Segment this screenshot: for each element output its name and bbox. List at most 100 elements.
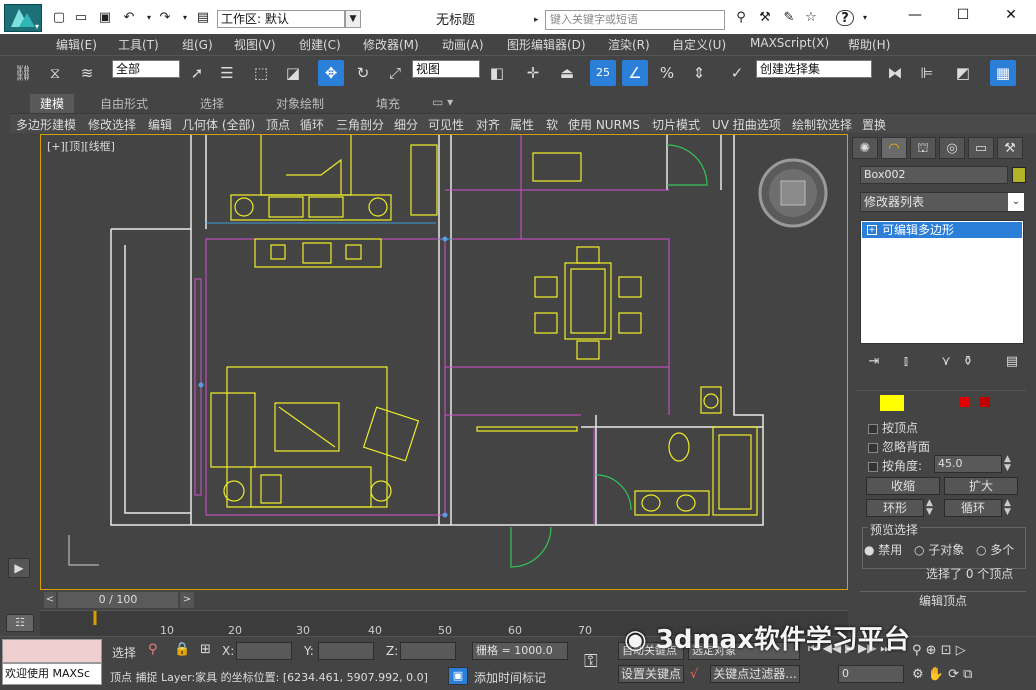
close-button[interactable]: ✕ (996, 4, 1026, 26)
menu-group[interactable]: 组(G) (182, 36, 213, 53)
redo-icon[interactable]: ↷ (156, 10, 174, 26)
orbit-icon[interactable]: ⟳ (948, 667, 959, 682)
object-name-field[interactable]: Box002 (860, 166, 1008, 184)
display-tab-icon[interactable]: ▭ (968, 137, 994, 159)
named-selection-dropdown[interactable]: 创建选择集 (756, 60, 872, 78)
loop-button[interactable]: 循环 (944, 499, 1002, 517)
maximize-button[interactable]: ☐ (948, 4, 978, 26)
mirror-icon[interactable]: ⧓ (882, 60, 908, 86)
next-frame-icon[interactable]: > (180, 592, 194, 608)
select-rotate-icon[interactable]: ↻ (350, 60, 376, 86)
ribbon-paint-soft-select[interactable]: 绘制软选择 (792, 116, 852, 133)
expand-plus-icon[interactable]: + (867, 225, 877, 235)
ring-spinner-icon[interactable]: ▲ ▼ (926, 499, 933, 517)
ribbon-properties[interactable]: 属性 (510, 116, 534, 133)
undo-icon[interactable]: ↶ (120, 10, 138, 26)
ribbon-align[interactable]: 对齐 (476, 116, 500, 133)
preview-subobject-radio[interactable]: ○ 子对象 (914, 541, 964, 558)
select-scale-icon[interactable]: ⤢ (382, 60, 408, 86)
select-move-icon[interactable]: ✥ (318, 60, 344, 86)
menu-rendering[interactable]: 渲染(R) (608, 36, 650, 53)
zoom-all-icon[interactable]: ⊕ (926, 643, 937, 658)
open-file-icon[interactable]: ▭ (72, 10, 90, 26)
window-crossing-icon[interactable]: ◪ (280, 60, 306, 86)
exchange-icon[interactable]: ✎ (780, 10, 798, 26)
favorites-star-icon[interactable]: ☆ (802, 10, 820, 26)
link-icon[interactable]: ⛓ (10, 60, 36, 86)
modifier-list-dropdown[interactable]: 修改器列表 (860, 192, 1024, 212)
create-tab-icon[interactable]: ✺ (852, 137, 878, 159)
ribbon-modify-selection[interactable]: 修改选择 (88, 116, 136, 133)
percent-snap-button[interactable]: % (654, 60, 680, 86)
ring-button[interactable]: 环形 (866, 499, 924, 517)
pin-stack-icon[interactable]: ⇥ (864, 352, 884, 372)
tab-selection[interactable]: 选择 (200, 95, 224, 112)
menu-animation[interactable]: 动画(A) (442, 36, 484, 53)
search-arrow-icon[interactable]: ▸ (534, 10, 544, 30)
ribbon-polygon-modeling[interactable]: 多边形建模 (16, 116, 76, 133)
make-unique-icon[interactable]: ⋎ (936, 352, 956, 372)
ribbon-soft[interactable]: 软 (546, 116, 558, 133)
menu-customize[interactable]: 自定义(U) (672, 36, 726, 53)
ribbon-subdivision[interactable]: 细分 (394, 116, 418, 133)
key-filters-button[interactable]: 关键点过滤器... (710, 665, 800, 683)
binoculars-icon[interactable]: ⚲ (732, 10, 750, 26)
modify-tab-icon[interactable]: ◠ (881, 137, 907, 159)
remove-modifier-icon[interactable]: ⚱ (958, 352, 978, 372)
current-frame-input[interactable]: 0 (838, 665, 904, 683)
hierarchy-tab-icon[interactable]: ⛫ (910, 137, 936, 159)
menu-help[interactable]: 帮助(H) (848, 36, 890, 53)
menu-graph-editors[interactable]: 图形编辑器(D) (507, 36, 586, 53)
edit-vertices-rollout[interactable]: 编辑顶点 (860, 591, 1026, 608)
top-viewport[interactable]: [+][顶][线框] (40, 134, 848, 590)
selection-lock-icon[interactable]: 🔒 (174, 642, 190, 657)
ribbon-options-icon[interactable]: ▭ ▾ (432, 95, 453, 109)
reference-coordinate-dropdown[interactable]: 视图 (412, 60, 480, 78)
grow-button[interactable]: 扩大 (944, 477, 1018, 495)
maxscript-listener-mini[interactable] (2, 639, 102, 663)
time-slider[interactable]: 0 / 100 (58, 592, 178, 608)
workspace-dropdown[interactable]: 工作区: 默认 (217, 10, 345, 28)
stack-item-editable-poly[interactable]: 可编辑多边形 (862, 222, 1022, 238)
ribbon-uv-warp[interactable]: UV 扭曲选项 (712, 116, 781, 133)
vertex-mode-icon[interactable] (880, 395, 904, 411)
by-vertex-checkbox[interactable]: 按顶点 (868, 419, 918, 436)
menu-tools[interactable]: 工具(T) (118, 36, 159, 53)
angle-input[interactable]: 45.0 (934, 455, 1002, 473)
tab-object-paint[interactable]: 对象绘制 (276, 95, 324, 112)
manipulate-icon[interactable]: ✛ (520, 60, 546, 86)
maximize-viewport-icon[interactable]: ⧉ (963, 667, 972, 682)
project-folder-icon[interactable]: ▤ (194, 10, 212, 26)
snaps-toggle-button[interactable]: 25 (590, 60, 616, 86)
mini-curve-editor-icon[interactable]: ☷ (6, 614, 34, 632)
scene-explorer-icon[interactable]: ▦ (990, 60, 1016, 86)
menu-create[interactable]: 创建(C) (299, 36, 341, 53)
show-end-result-icon[interactable]: ⫾ (896, 352, 916, 372)
zoom-extents-icon[interactable]: ⊡ (941, 643, 952, 658)
ribbon-vertices[interactable]: 顶点 (266, 116, 290, 133)
add-time-tag-icon[interactable]: ▣ (448, 667, 468, 685)
add-time-tag-label[interactable]: 添加时间标记 (474, 669, 546, 686)
pivot-center-icon[interactable]: ◧ (484, 60, 510, 86)
angle-spinner-icon[interactable]: ▲ ▼ (1004, 455, 1011, 473)
field-of-view-icon[interactable]: ▷ (956, 643, 966, 658)
motion-tab-icon[interactable]: ◎ (939, 137, 965, 159)
help-dropdown-icon[interactable]: ▾ (856, 10, 874, 26)
time-config-icon[interactable]: ⚙ (912, 667, 924, 682)
ribbon-tris[interactable]: 三角剖分 (336, 116, 384, 133)
ribbon-slice-mode[interactable]: 切片模式 (652, 116, 700, 133)
tab-modeling[interactable]: 建模 (30, 94, 75, 113)
keyboard-shortcut-icon[interactable]: ⏏ (554, 60, 580, 86)
selection-filter-dropdown[interactable]: 全部 (112, 60, 180, 78)
isolate-selection-icon[interactable]: ⚲ (148, 642, 158, 657)
pan-icon[interactable]: ✋ (928, 667, 944, 682)
configure-sets-icon[interactable]: ▤ (1002, 352, 1022, 372)
help-icon[interactable]: ? (836, 10, 854, 26)
wrench-icon[interactable]: ⚒ (756, 10, 774, 26)
app-logo[interactable]: ▾ (4, 4, 42, 32)
shrink-button[interactable]: 收缩 (866, 477, 940, 495)
utilities-tab-icon[interactable]: ⚒ (997, 137, 1023, 159)
spinner-snap-icon[interactable]: ⇕ (686, 60, 712, 86)
z-coordinate-input[interactable] (400, 642, 456, 660)
rectangular-selection-icon[interactable]: ⬚ (248, 60, 274, 86)
